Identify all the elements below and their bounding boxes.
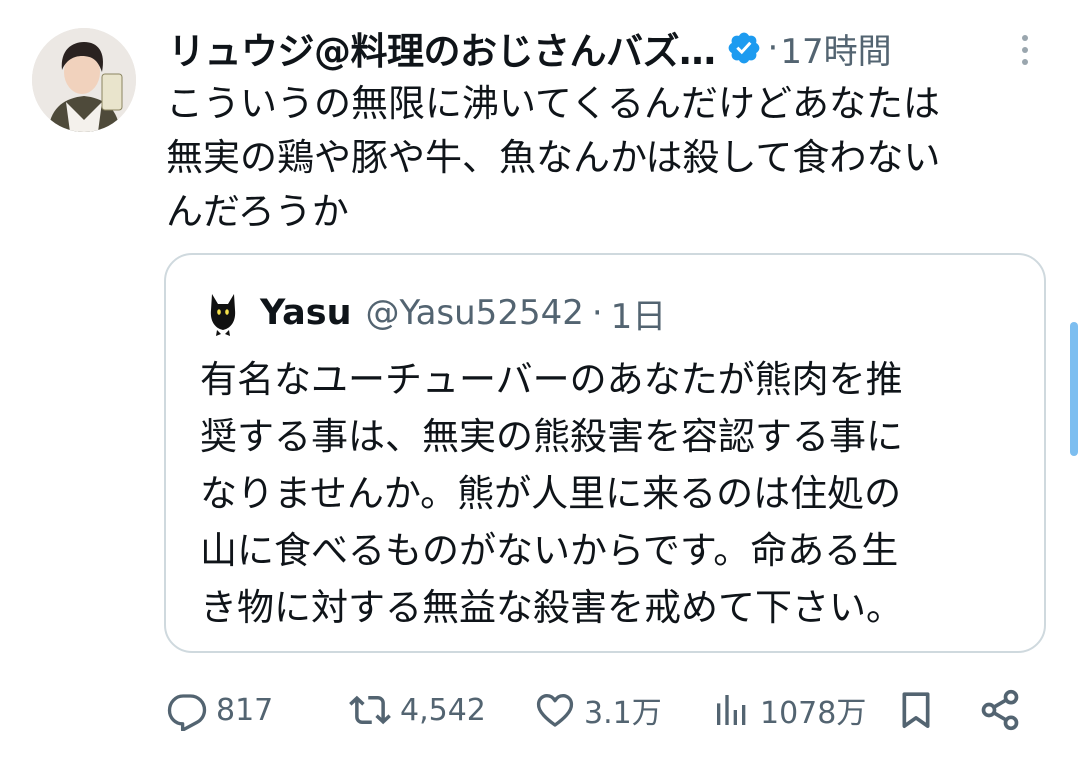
tweet-text: こういうの無限に沸いてくるんだけどあなたは 無実の鶏や豚や牛、魚なんかは殺して食… <box>166 82 941 233</box>
retweet-button[interactable]: 4,542 <box>348 682 486 738</box>
quote-time[interactable]: 1日 <box>611 289 667 338</box>
action-bar: 817 4,542 3.1万 1078万 <box>166 682 1036 738</box>
tweet-header: リュウジ@料理のおじさんバズ… · 17時間 <box>168 22 892 74</box>
quote-text: 有名なユーチューバーのあなたが熊肉を推 奨する事は、無実の熊殺害を容認する事に … <box>200 358 903 629</box>
verified-badge-icon <box>728 32 759 64</box>
bookmark-icon <box>902 692 930 728</box>
like-button[interactable]: 3.1万 <box>534 682 662 738</box>
share-button[interactable] <box>978 682 1022 738</box>
retweet-count: 4,542 <box>400 692 486 728</box>
like-count: 3.1万 <box>584 696 662 731</box>
quote-separator: · <box>591 293 603 333</box>
reply-button[interactable]: 817 <box>166 682 273 738</box>
header-separator: · <box>767 28 779 68</box>
share-icon <box>981 689 1019 731</box>
reply-icon <box>167 694 207 731</box>
quote-author-handle[interactable]: @Yasu52542 <box>366 293 584 333</box>
views-count: 1078万 <box>760 696 867 731</box>
views-chart-icon <box>717 695 746 725</box>
retweet-icon <box>349 695 391 725</box>
heart-icon <box>536 693 574 727</box>
author-avatar[interactable] <box>32 28 136 132</box>
views-button[interactable]: 1078万 <box>712 682 866 738</box>
bookmark-button[interactable] <box>896 682 936 738</box>
quote-author-name[interactable]: Yasu <box>260 293 352 333</box>
black-cat-avatar-icon <box>210 294 236 336</box>
quoted-tweet[interactable]: Yasu @Yasu52542 · 1日 有名なユーチューバーのあなたが熊肉を推… <box>164 253 1046 653</box>
tweet[interactable]: リュウジ@料理のおじさんバズ… · 17時間 こういうの無限に沸いてくるんだけど… <box>0 0 1080 762</box>
more-options-icon[interactable] <box>1012 30 1038 70</box>
author-name[interactable]: リュウジ@料理のおじさんバズ… <box>168 21 716 75</box>
reply-count: 817 <box>216 692 274 728</box>
quote-header: Yasu @Yasu52542 · 1日 <box>206 289 666 337</box>
scrollbar-thumb[interactable] <box>1070 322 1078 456</box>
tweet-time[interactable]: 17時間 <box>780 24 891 73</box>
